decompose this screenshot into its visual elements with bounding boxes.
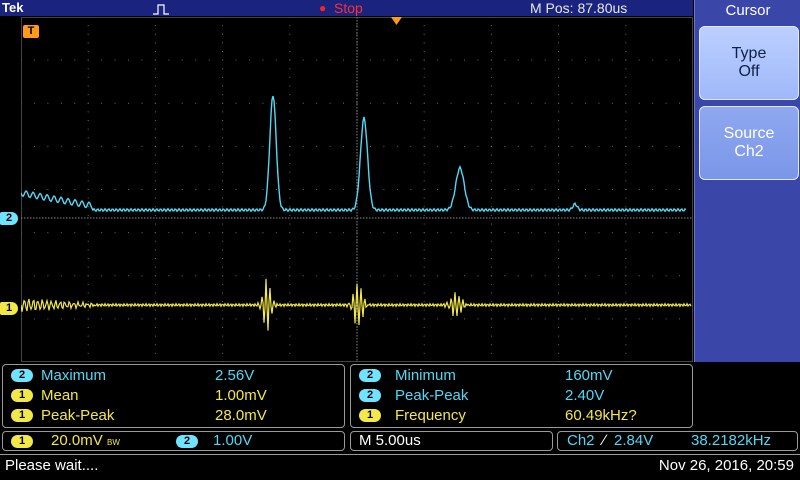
trigger-position-marker[interactable]: [391, 14, 403, 32]
measurement-value: 2.56V: [215, 367, 255, 384]
cursor-type-label: Type: [731, 45, 767, 62]
trigger-source: Ch2: [567, 432, 595, 449]
status-line: Please wait.... Nov 26, 2016, 20:59: [0, 454, 800, 480]
ch2-scale: 1.00V: [213, 432, 253, 449]
date-time: Nov 26, 2016, 20:59: [658, 457, 794, 474]
measurement-value: 1.00mV: [215, 387, 267, 404]
measurement-row: 2 Peak-Peak 2.40V: [351, 386, 692, 405]
ch1-waveform: [21, 278, 692, 331]
measurement-row: 2 Minimum 160mV: [351, 366, 692, 385]
measurement-value: 160mV: [565, 367, 613, 384]
measurement-name: Maximum: [41, 367, 107, 384]
cursor-side-menu: Cursor Type Off Source Ch2: [694, 0, 800, 362]
measurement-name: Minimum: [395, 367, 456, 384]
measurements-panel-left: 2 Maximum 2.56V 1 Mean 1.00mV 1 Peak-Pea…: [2, 364, 345, 428]
brand-logo: Tek: [2, 0, 24, 15]
graticule: [21, 17, 692, 362]
ch2-ground-marker[interactable]: 2: [0, 212, 18, 225]
measurement-row: 2 Maximum 2.56V: [3, 366, 344, 385]
horizontal-position-readout: M Pos: 87.80us: [530, 0, 628, 16]
waveform-display[interactable]: [21, 17, 693, 362]
measurement-value: 60.49kHz?: [565, 407, 637, 424]
bandwidth-limit-indicator: BW: [107, 438, 120, 447]
measurements-panel-right: 2 Minimum 160mV 2 Peak-Peak 2.40V 1 Freq…: [350, 364, 693, 428]
ch2-badge: 2: [176, 435, 198, 448]
ch1-badge: 1: [11, 435, 33, 448]
cursor-type-value: Off: [738, 63, 760, 80]
measurement-name: Mean: [41, 387, 79, 404]
timebase-setting[interactable]: M 5.00us: [350, 431, 553, 451]
channel-badge: 1: [11, 389, 33, 402]
measurement-name: Frequency: [395, 407, 466, 424]
channel-badge: 2: [359, 389, 381, 402]
measurement-row: 1 Peak-Peak 28.0mV: [3, 406, 344, 425]
side-menu-title: Cursor: [725, 2, 771, 19]
measurement-name: Peak-Peak: [395, 387, 469, 404]
ch1-ground-marker[interactable]: 1: [0, 302, 18, 315]
measurement-name: Peak-Peak: [41, 407, 115, 424]
trigger-slope-icon: ∕: [603, 432, 606, 449]
measurement-value: 2.40V: [565, 387, 605, 404]
measurement-row: 1 Frequency 60.49kHz?: [351, 406, 692, 425]
measurement-value: 28.0mV: [215, 407, 267, 424]
channel-badge: 1: [11, 409, 33, 422]
ch1-scale: 20.0mV: [51, 432, 103, 449]
trigger-tag: T: [23, 25, 39, 38]
vertical-settings[interactable]: 1 20.0mV BW 2 1.00V: [2, 431, 345, 451]
cursor-source-label: Source: [723, 125, 775, 142]
stop-indicator-icon: ●: [319, 1, 327, 15]
ch2-waveform: [21, 95, 687, 213]
timebase-value: M 5.00us: [359, 432, 421, 449]
status-header: Tek ● Stop M Pos: 87.80us: [0, 0, 693, 16]
cursor-source-value: Ch2: [734, 143, 764, 160]
cursor-type-button[interactable]: Type Off: [699, 26, 799, 100]
channel-badge: 2: [11, 369, 33, 382]
trigger-settings[interactable]: Ch2 ∕ 2.84V 38.2182kHz: [557, 431, 798, 451]
acquisition-status: Stop: [334, 0, 363, 16]
trigger-type-icon: [152, 2, 170, 18]
channel-badge: 2: [359, 369, 381, 382]
trigger-level: 2.84V: [614, 432, 654, 449]
cursor-source-button[interactable]: Source Ch2: [699, 106, 799, 180]
measurement-row: 1 Mean 1.00mV: [3, 386, 344, 405]
channel-badge: 1: [359, 409, 381, 422]
trigger-frequency: 38.2182kHz: [691, 432, 772, 449]
status-message: Please wait....: [5, 457, 99, 474]
